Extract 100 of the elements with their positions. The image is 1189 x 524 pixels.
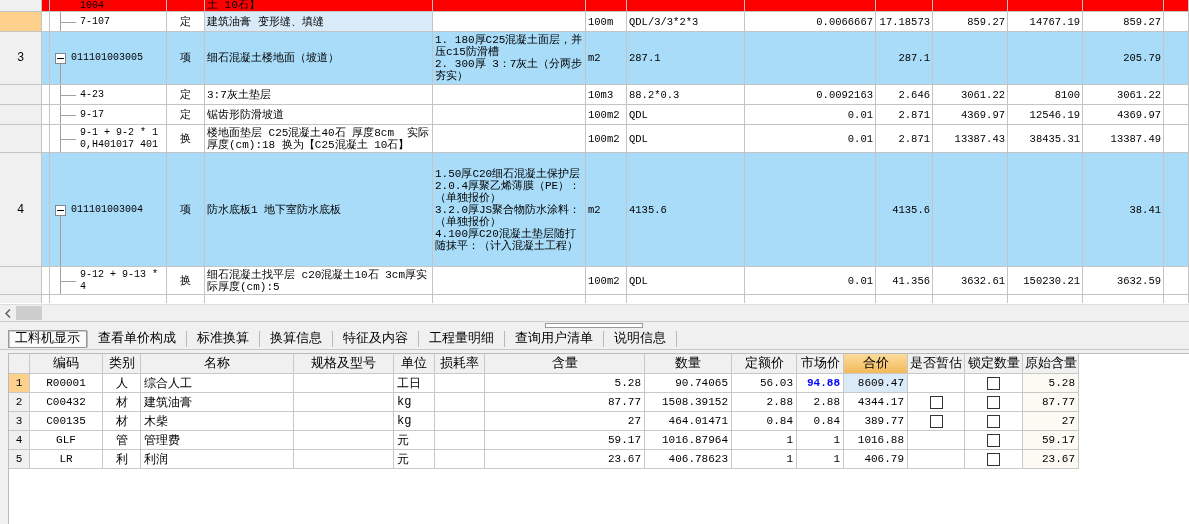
table-cell: 27 bbox=[1023, 412, 1079, 431]
row-number[interactable]: 4 bbox=[0, 153, 42, 267]
table-cell: 综合人工 bbox=[141, 374, 294, 393]
empty-cell bbox=[435, 431, 485, 450]
table-cell: 木柴 bbox=[141, 412, 294, 431]
table-cell: 56.03 bbox=[732, 374, 797, 393]
table-cell: 建筑油膏 bbox=[141, 393, 294, 412]
table-cell: 90.74065 bbox=[645, 374, 732, 393]
table-cell: 27 bbox=[485, 412, 645, 431]
table-cell: 工日 bbox=[394, 374, 435, 393]
table-cell: 87.77 bbox=[485, 393, 645, 412]
checkbox[interactable] bbox=[987, 395, 1000, 409]
tab[interactable]: 查询用户清单 bbox=[505, 329, 603, 348]
tab[interactable]: 查看单价构成 bbox=[88, 329, 186, 348]
table-cell: 利 bbox=[103, 450, 141, 469]
row-number[interactable]: 4 bbox=[9, 431, 30, 450]
table-cell: 406.78623 bbox=[645, 450, 732, 469]
table-cell: 1016.87964 bbox=[645, 431, 732, 450]
checkbox[interactable] bbox=[987, 452, 1000, 466]
table-cell: 8609.47 bbox=[844, 374, 908, 393]
table-cell: 464.01471 bbox=[645, 412, 732, 431]
table-cell: kg bbox=[394, 412, 435, 431]
column-header[interactable]: 编码 bbox=[30, 354, 103, 374]
table-cell: 细石混凝土找平层 c20混凝土10石 3cm厚实际厚度(cm):5 bbox=[205, 267, 433, 295]
row-number[interactable]: 2 bbox=[9, 393, 30, 412]
table-cell: 5.28 bbox=[485, 374, 645, 393]
table-cell: 2.88 bbox=[797, 393, 844, 412]
table-cell: 利润 bbox=[141, 450, 294, 469]
collapse-icon[interactable] bbox=[55, 204, 66, 216]
column-header[interactable]: 名称 bbox=[141, 354, 294, 374]
table-cell: 材 bbox=[103, 412, 141, 431]
table-cell: kg bbox=[394, 393, 435, 412]
row-number[interactable]: 3 bbox=[0, 32, 42, 85]
tab[interactable]: 换算信息 bbox=[260, 329, 332, 348]
tab[interactable]: 特征及内容 bbox=[333, 329, 418, 348]
row-number[interactable]: 3 bbox=[9, 412, 30, 431]
table-cell: 59.17 bbox=[485, 431, 645, 450]
table-cell: 1016.88 bbox=[844, 431, 908, 450]
column-header[interactable]: 定额价 bbox=[732, 354, 797, 374]
collapse-icon[interactable] bbox=[55, 53, 66, 64]
table-cell: 元 bbox=[394, 431, 435, 450]
row-number[interactable]: 5 bbox=[9, 450, 30, 469]
table-cell: 389.77 bbox=[844, 412, 908, 431]
column-header[interactable]: 规格及型号 bbox=[294, 354, 394, 374]
table-cell: 管 bbox=[103, 431, 141, 450]
table-cell: 0.84 bbox=[797, 412, 844, 431]
column-header[interactable]: 是否暂估 bbox=[908, 354, 965, 374]
tab[interactable]: 工程量明细 bbox=[419, 329, 504, 348]
table-cell: 100m2 bbox=[586, 267, 627, 295]
splitter-grip[interactable] bbox=[544, 323, 643, 328]
column-header[interactable]: 锁定数量 bbox=[965, 354, 1023, 374]
column-header[interactable]: 单位 bbox=[394, 354, 435, 374]
column-header[interactable]: 类别 bbox=[103, 354, 141, 374]
empty-cell bbox=[435, 374, 485, 393]
table-cell: 人 bbox=[103, 374, 141, 393]
table-cell: 87.77 bbox=[1023, 393, 1079, 412]
empty-cell bbox=[435, 450, 485, 469]
corner-cell bbox=[9, 354, 30, 374]
checkbox[interactable] bbox=[987, 414, 1000, 428]
column-header[interactable]: 含量 bbox=[485, 354, 645, 374]
table-cell: LR bbox=[30, 450, 103, 469]
row-number[interactable]: 1 bbox=[9, 374, 30, 393]
table-cell: 0.84 bbox=[732, 412, 797, 431]
column-header[interactable]: 市场价 bbox=[797, 354, 844, 374]
empty-cell bbox=[435, 412, 485, 431]
tab[interactable]: 工料机显示 bbox=[8, 329, 87, 348]
scrollbar-thumb[interactable] bbox=[16, 306, 42, 320]
table-cell: 41.356 bbox=[876, 267, 933, 295]
empty-cell bbox=[435, 393, 485, 412]
table-cell: QDL bbox=[627, 267, 745, 295]
column-header[interactable]: 合价 bbox=[844, 354, 908, 374]
table-cell: 1 bbox=[732, 450, 797, 469]
checkbox[interactable] bbox=[929, 414, 943, 428]
table-cell: 1508.39152 bbox=[645, 393, 732, 412]
table-cell: 5.28 bbox=[1023, 374, 1079, 393]
table-cell: 0.01 bbox=[745, 267, 876, 295]
checkbox[interactable] bbox=[987, 433, 1000, 447]
table-cell: 1 bbox=[797, 431, 844, 450]
column-header[interactable]: 损耗率 bbox=[435, 354, 485, 374]
tab[interactable]: 标准换算 bbox=[187, 329, 259, 348]
table-cell: 3632.61 bbox=[933, 267, 1008, 295]
table-cell: 1 bbox=[797, 450, 844, 469]
checkbox[interactable] bbox=[987, 376, 1000, 390]
table-cell: 1 bbox=[732, 431, 797, 450]
tab[interactable]: 说明信息 bbox=[604, 329, 676, 348]
table-cell: GLF bbox=[30, 431, 103, 450]
table-cell: 3632.59 bbox=[1083, 267, 1164, 295]
column-header[interactable]: 数量 bbox=[645, 354, 732, 374]
checkbox[interactable] bbox=[929, 395, 943, 409]
table-cell: 406.79 bbox=[844, 450, 908, 469]
table-cell: C00135 bbox=[30, 412, 103, 431]
column-header[interactable]: 原始含量 bbox=[1023, 354, 1079, 374]
table-cell: 材 bbox=[103, 393, 141, 412]
table-cell: 23.67 bbox=[485, 450, 645, 469]
table-cell: 换 bbox=[167, 267, 205, 295]
table-cell: 23.67 bbox=[1023, 450, 1079, 469]
empty-cell bbox=[1164, 267, 1189, 295]
table-cell: 元 bbox=[394, 450, 435, 469]
table-cell: 管理费 bbox=[141, 431, 294, 450]
table-cell: 9-12 + 9-13 * 4 bbox=[50, 267, 167, 295]
